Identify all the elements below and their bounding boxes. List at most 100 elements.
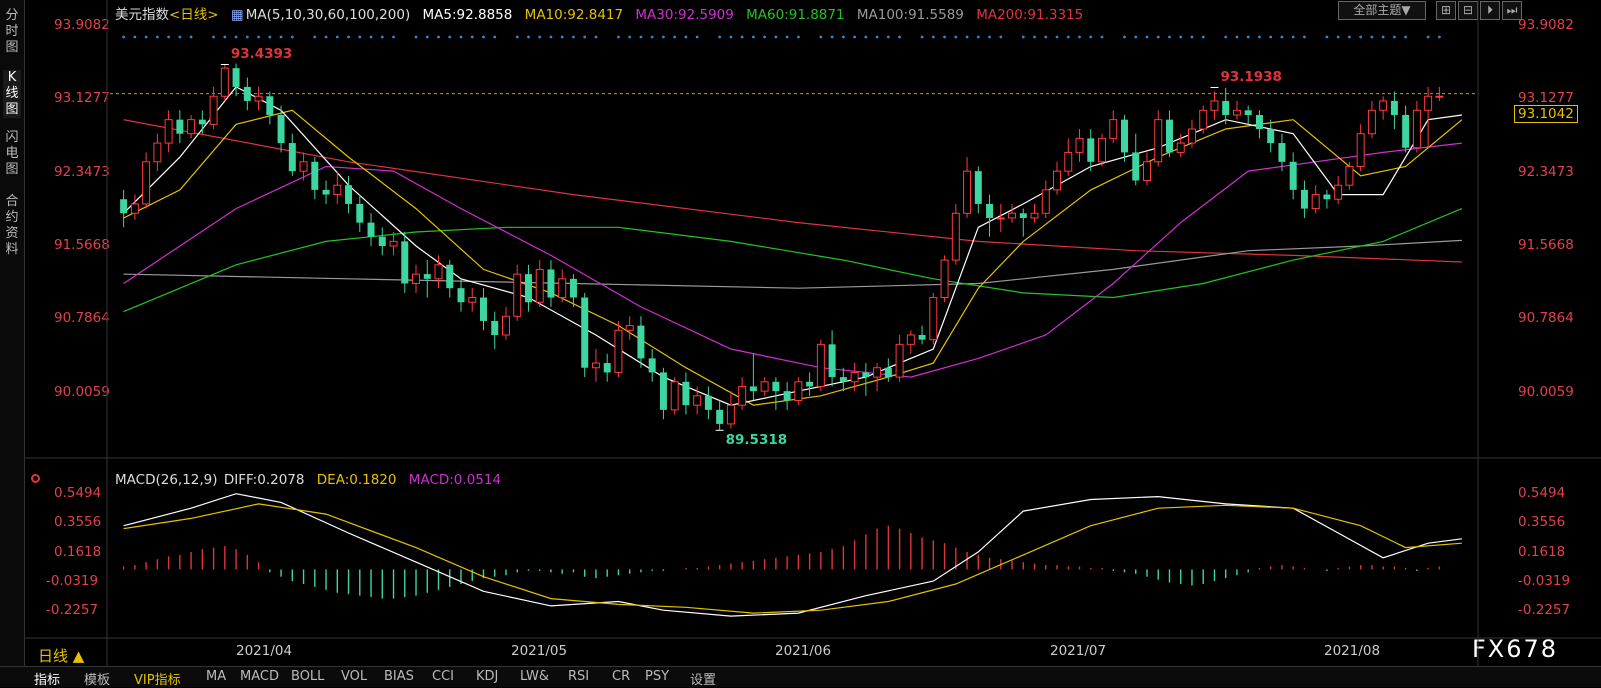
tab-lw[interactable]: LW& [520,669,549,684]
period-dot [380,35,384,39]
candle-body-up [1210,100,1219,111]
period-dot [1021,35,1025,39]
candle-body-up [895,343,904,378]
candle-body-up [591,362,600,369]
tab-cci[interactable]: CCI [432,669,454,684]
period-dot [437,35,440,39]
period-dot [369,35,373,39]
candle-body-down [1087,138,1095,162]
period-dot [830,35,834,39]
period-dot [448,35,452,39]
candle-body-up [209,95,218,125]
tab-macd[interactable]: MACD [240,669,279,684]
period-dot [785,35,789,39]
candle-body-up [951,212,960,261]
candle-body-up [940,259,949,299]
ma30-line [123,142,1462,378]
candle-body-up [625,325,634,331]
candle-body-up [670,381,679,411]
tab-ma[interactable]: MA [206,669,226,684]
candle-body-up [1311,194,1320,210]
period-dot [1325,35,1329,39]
period-dot [122,35,126,39]
period-dot [1303,35,1306,39]
period-dot [425,35,429,39]
candle-body-down [581,297,589,368]
tab-bias[interactable]: BIAS [384,669,414,684]
tab-boll[interactable]: BOLL [291,669,324,684]
candle-body-down [1323,194,1331,200]
candle-body-down [367,222,375,237]
tab-template[interactable]: 模板 [84,669,110,688]
period-dot [1291,35,1295,39]
period-dot [313,35,317,39]
candle-body-up [412,273,420,284]
candle-body-up [1098,137,1106,163]
candle-body-up [1424,95,1433,111]
candle-body-down [176,119,184,134]
period-dot [875,35,879,39]
candle-body-down [1165,119,1173,153]
tab-vip-indicator[interactable]: VIP指标 [134,669,181,688]
period-dot [324,35,328,39]
period-dot [549,35,553,39]
candle-body-up [850,371,859,383]
candle-body-down [446,264,454,289]
candle-body-down [288,143,296,172]
kline-chart[interactable] [0,0,1601,666]
candle-body-up [963,170,972,214]
candle-body-up [513,273,522,317]
candle-body-down [704,395,712,410]
period-dot [347,35,350,39]
period-dot [268,35,272,39]
candle-body-down [1278,143,1286,162]
period-dot [223,35,227,39]
candle-body-up [1232,109,1241,116]
candle-body-down [1222,100,1230,115]
candle-body-up [1379,100,1388,111]
candle-body-up [468,297,477,303]
macd-dea-line [123,503,1462,614]
candle-body-down [198,119,206,125]
period-dot [988,35,991,39]
candle-body-up [130,203,139,214]
period-dot [167,35,171,39]
period-dot [819,35,823,39]
tab-vol[interactable]: VOL [341,669,367,684]
candle-body-down [423,274,431,279]
candle-body-down [1132,152,1140,181]
period-dot [1168,35,1171,39]
candle-body-up [1367,109,1376,135]
period-dot [1100,35,1104,39]
period-dot [527,35,530,39]
period-dot [639,35,643,39]
period-dot [1359,35,1363,39]
candle-body-down [1402,114,1410,148]
tab-rsi[interactable]: RSI [568,669,589,684]
period-dot [515,35,519,39]
period-dot [459,35,463,39]
candle-body-down [659,372,667,410]
candle-body-up [164,119,173,144]
tab-psy[interactable]: PSY [645,669,669,684]
candle-body-up [299,161,308,172]
tab-kdj[interactable]: KDJ [476,669,498,684]
ma100-line [123,239,1462,289]
candle-body-down [1121,119,1128,153]
period-dot [650,35,654,39]
period-dot [155,35,159,39]
tab-indicator[interactable]: 指标 [34,669,60,688]
period-dot [1381,35,1385,39]
candle-body-down [828,344,836,378]
period-dot [740,35,744,39]
candle-body-up [693,395,702,406]
candle-body-up [389,240,398,247]
tab-cr[interactable]: CR [612,669,630,684]
period-dot [1258,35,1261,39]
period-dot [279,35,283,39]
candle-body-up [614,329,623,373]
tab-settings[interactable]: 设置 [690,669,716,688]
period-dot [1033,35,1036,39]
candle-body-up [434,264,443,280]
candle-body-down [524,274,532,303]
